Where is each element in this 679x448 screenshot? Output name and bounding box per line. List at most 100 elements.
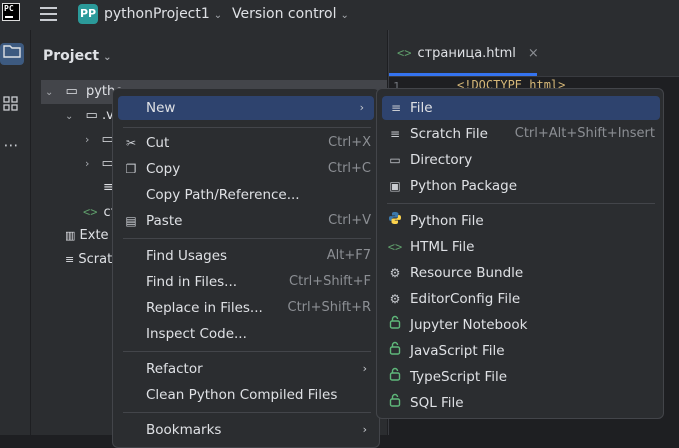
menu-separator	[123, 238, 371, 239]
chevron-down-icon: ⌄	[213, 10, 223, 21]
menu-item-find-usages[interactable]: Find Usages Alt+F7	[123, 244, 371, 268]
more-tools-icon[interactable]: ⋯	[0, 134, 22, 156]
submenu-item-label: JavaScript File	[410, 343, 505, 359]
tree-row-folder-b[interactable]: › ▭	[85, 152, 114, 176]
main-menu-icon[interactable]	[40, 7, 57, 21]
submenu-item-typescript-file[interactable]: TypeScript File	[387, 365, 655, 389]
scratch-file-icon: ≡	[65, 253, 75, 266]
menu-item-cut[interactable]: ✂ Cut Ctrl+X	[123, 131, 371, 155]
menu-separator	[387, 203, 655, 204]
submenu-item-label: Resource Bundle	[410, 265, 524, 281]
tree-row-external[interactable]: ▥ Exte	[65, 224, 109, 248]
menu-item-clean-compiled[interactable]: Clean Python Compiled Files	[123, 383, 371, 407]
python-icon	[387, 209, 403, 233]
folder-icon: ▭	[65, 84, 78, 99]
lock-icon	[387, 365, 403, 389]
project-badge[interactable]: PP	[78, 4, 98, 24]
submenu-item-label: Directory	[410, 152, 473, 168]
logo-text: PC	[4, 4, 14, 13]
menu-item-label: Copy	[146, 161, 181, 177]
submenu-item-python-package[interactable]: ▣ Python Package	[387, 174, 655, 198]
structure-icon[interactable]	[0, 95, 22, 117]
submenu-item-label: HTML File	[410, 239, 475, 255]
gear-icon: ⚙	[389, 292, 401, 306]
submenu-item-directory[interactable]: ▭ Directory	[387, 148, 655, 172]
menu-item-shortcut: Ctrl+Shift+F	[289, 274, 371, 289]
tab-html-file[interactable]: <> страница.html ×	[397, 46, 539, 61]
menu-item-replace-in-files[interactable]: Replace in Files... Ctrl+Shift+R	[123, 296, 371, 320]
gear-icon: ⚙	[389, 266, 401, 280]
submenu-item-label: Python File	[410, 213, 484, 229]
submenu-item-shortcut: Ctrl+Alt+Shift+Insert	[514, 126, 655, 141]
folder-icon: ▭	[389, 153, 401, 167]
html-tag-icon: <>	[397, 46, 412, 60]
editor-tab-bar: <> страница.html ×	[389, 30, 679, 77]
html-tag-icon: <>	[83, 205, 98, 219]
menu-item-copy-path[interactable]: Copy Path/Reference...	[123, 183, 371, 207]
menu-item-paste[interactable]: ▤ Paste Ctrl+V	[123, 209, 371, 233]
submenu-item-editorconfig-file[interactable]: ⚙ EditorConfig File	[387, 287, 655, 311]
menu-item-shortcut: Ctrl+Shift+R	[287, 300, 372, 315]
chevron-down-icon: ⌄	[103, 52, 112, 63]
folder-icon: ▭	[85, 108, 98, 123]
submenu-item-jupyter-notebook[interactable]: Jupyter Notebook	[387, 313, 655, 337]
menu-item-label: Replace in Files...	[146, 300, 263, 316]
submenu-item-python-file[interactable]: Python File	[387, 209, 655, 233]
tree-row-scratches[interactable]: ≡ Scrat	[65, 248, 112, 272]
menu-separator	[123, 127, 371, 128]
chevron-right-icon: ›	[362, 423, 367, 436]
submenu-item-label: Scratch File	[410, 126, 488, 142]
project-selector[interactable]: pythonProject1 ⌄	[104, 6, 222, 22]
tree-row-label: Exte	[79, 228, 109, 243]
menu-separator	[123, 412, 371, 413]
menu-item-label: Clean Python Compiled Files	[146, 387, 338, 403]
chevron-down-icon: ⌄	[65, 111, 74, 122]
menu-item-shortcut: Ctrl+C	[327, 161, 371, 176]
submenu-item-scratch-file[interactable]: ≡ Scratch File Ctrl+Alt+Shift+Insert	[387, 122, 655, 146]
menu-item-label: Paste	[146, 213, 183, 229]
menu-item-new[interactable]: New ›	[118, 96, 374, 120]
title-bar: PC PP pythonProject1 ⌄ Version control ⌄	[0, 0, 679, 30]
chevron-right-icon: ›	[85, 157, 90, 170]
project-name: pythonProject1	[104, 6, 210, 22]
tree-row-folder-a[interactable]: › ▭	[85, 128, 114, 152]
submenu-item-javascript-file[interactable]: JavaScript File	[387, 339, 655, 363]
vcs-selector[interactable]: Version control ⌄	[232, 6, 349, 22]
pycharm-logo[interactable]: PC	[2, 3, 20, 21]
menu-item-shortcut: Ctrl+V	[328, 213, 371, 228]
chevron-right-icon: ›	[362, 362, 367, 375]
tab-label: страница.html	[417, 46, 516, 61]
menu-item-label: Bookmarks	[146, 422, 222, 438]
menu-item-bookmarks[interactable]: Bookmarks ›	[123, 418, 371, 442]
context-menu: New › ✂ Cut Ctrl+X ❐ Copy Ctrl+C Copy Pa…	[112, 88, 380, 448]
chevron-down-icon: ⌄	[340, 10, 349, 21]
chevron-right-icon: ›	[359, 101, 364, 114]
project-tool-folder-icon[interactable]	[0, 43, 24, 65]
scratch-file-icon: ≡	[389, 127, 401, 141]
menu-item-find-in-files[interactable]: Find in Files... Ctrl+Shift+F	[123, 270, 371, 294]
menu-item-inspect-code[interactable]: Inspect Code...	[123, 322, 371, 346]
submenu-item-html-file[interactable]: <> HTML File	[387, 235, 655, 259]
file-lines-icon: ≡	[390, 101, 402, 115]
submenu-item-file[interactable]: ≡ File	[382, 96, 660, 120]
tree-row-venv[interactable]: ⌄ ▭ .v	[65, 104, 114, 128]
active-tab-indicator	[389, 73, 537, 76]
html-tag-icon: <>	[387, 240, 403, 254]
lock-icon	[387, 339, 403, 363]
submenu-item-label: File	[410, 100, 433, 116]
tool-window-strip: ⋯	[0, 30, 31, 435]
project-panel-title[interactable]: Project ⌄	[43, 48, 111, 64]
menu-item-label: Find in Files...	[146, 274, 238, 290]
copy-icon: ❐	[125, 162, 137, 176]
menu-item-copy[interactable]: ❐ Copy Ctrl+C	[123, 157, 371, 181]
menu-item-refactor[interactable]: Refactor ›	[123, 357, 371, 381]
lock-icon	[387, 391, 403, 415]
menu-item-shortcut: Alt+F7	[326, 248, 371, 263]
tree-row-label: Scrat	[78, 252, 113, 267]
scissors-icon: ✂	[125, 136, 137, 150]
close-icon[interactable]: ×	[528, 46, 539, 61]
submenu-item-resource-bundle[interactable]: ⚙ Resource Bundle	[387, 261, 655, 285]
submenu-item-label: Jupyter Notebook	[410, 317, 528, 333]
submenu-item-label: TypeScript File	[410, 369, 508, 385]
submenu-item-sql-file[interactable]: SQL File	[387, 391, 655, 415]
